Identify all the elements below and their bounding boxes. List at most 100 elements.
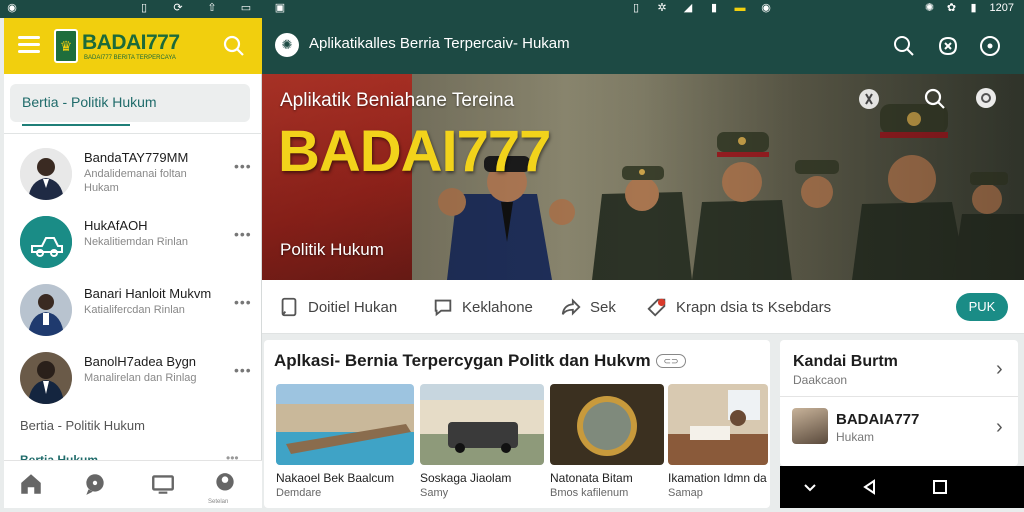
tab-indicator [22,124,130,126]
news-card[interactable]: Nakaoel Bek Baalcum Demdare [276,384,414,499]
status-time: 1207 [989,2,1014,14]
list-item-title: Banari Hanloit Mukvm [84,286,212,301]
side-card-subtitle: Daakcaon [793,373,848,387]
settings-icon: ✺ [924,2,935,14]
hero-subtitle: Aplikatik Beniahane Tereina [280,90,515,111]
app-bar: ✺ Aplikatikalles Berria Terpercaiv- Huka… [262,18,1024,74]
zoom-icon[interactable] [974,86,1000,112]
more-icon[interactable]: ••• [234,226,252,242]
app-title: Aplikatikalles Berria Terpercaiv- Hukam [309,35,570,52]
more-icon[interactable]: ••• [234,158,252,174]
status-bar: ◉ ▯ ⟳ ⇧ ▭ ▣ ▯ ✲ ◢ ▮ ▬ ◉ ✺ ✿ ▮ 1207 [0,0,1024,18]
hero-banner[interactable]: Aplikatik Beniahane Tereina BADAI777 Pol… [262,74,1024,280]
card-thumbnail [420,384,544,465]
list-item-title: BandaTAY779MM [84,150,189,165]
list-item-subtitle: Nekalitiemdan Rinlan [84,236,188,248]
signal-icon: ◢ [683,2,693,14]
share-icon [561,298,581,316]
avatar [20,216,72,268]
left-panel: ♛ BADAI777 BADAI777 BERITA TERPERCAYA Be… [4,18,262,508]
link-badge[interactable]: ⊂⊃ [656,354,686,368]
bookmark-icon[interactable] [856,86,882,112]
info-icon[interactable] [978,34,1002,58]
avatar [20,352,72,404]
search-icon[interactable] [222,34,246,58]
battery-saver-icon: ▬ [734,2,746,14]
card-thumbnail [668,384,768,465]
report-label: Krapn dsia ts Ksebdars [676,298,832,316]
home-icon[interactable] [18,471,44,497]
side-card-thumbnail [792,408,828,444]
vibrate-icon: ▯ [632,2,640,14]
left-header: ♛ BADAI777 BADAI777 BERITA TERPERCAYA [4,18,262,74]
action-bar: Doitiel Hukan Keklahone Sek Krapn dsia t… [262,280,1024,334]
card-title: Nakaoel Bek Baalcum [276,471,395,485]
profile-icon[interactable] [212,471,238,497]
list-item[interactable]: BanolH7adea Bygn Manalirelan dan Rinlag … [4,346,262,408]
share-label: Sek [590,298,616,316]
share-action[interactable]: Sek [560,296,616,318]
bookmark-action[interactable]: Doitiel Hukan [278,296,397,318]
search-icon[interactable] [922,86,948,112]
side-card-item-subtitle: Hukam [836,430,875,444]
news-card[interactable]: Natonata Bitam Bmos kafilenum [550,384,664,499]
screen-icon: ▭ [240,2,252,14]
avatar [20,148,72,200]
bookmark-icon [281,297,297,317]
side-card: Kandai Burtm Daakcaon › BADAIA777 Hukam … [780,340,1018,466]
back-icon[interactable] [860,477,880,497]
card-thumbnail [276,384,414,465]
list-item-subtitle: Andalidemanai foltan Hukam [84,168,187,194]
side-card-item-title: BADAIA777 [836,411,920,428]
card-subtitle: Demdare [276,487,322,499]
tv-icon[interactable] [150,471,176,497]
brand-tagline: BADAI777 BERITA TERPERCAYA [84,55,176,61]
card-subtitle: Samap [668,487,703,499]
share-icon[interactable] [936,34,960,58]
gallery-icon: ▣ [274,2,286,14]
list-item[interactable]: BandaTAY779MM Andalidemanai foltan Hukam… [4,142,262,204]
menu-icon[interactable] [18,36,40,54]
alarm-icon: ✿ [946,2,957,14]
pill-button[interactable]: PUK [956,293,1008,321]
card-title: Soskaga Jiaolam [420,471,512,485]
news-card[interactable]: Ikamation Idmn da Samap [668,384,768,499]
brand-logo: ♛ [54,29,78,63]
chat-icon[interactable] [82,471,108,497]
card-subtitle: Bmos kafilenum [550,487,629,499]
sim-icon: ▯ [140,2,148,14]
card-subtitle: Samy [420,487,449,499]
app-logo-icon: ✺ [275,33,299,57]
category-pill[interactable]: Bertia - Politik Hukum [10,84,250,122]
chevron-right-icon[interactable]: › [996,358,1003,381]
more-icon[interactable]: ••• [234,294,252,310]
upload-icon: ⇧ [207,2,217,14]
list-item-subtitle: Katialifercdan Rinlan [84,304,185,316]
section-label: Bertia - Politik Hukum [20,418,145,433]
side-card-title: Kandai Burtm [793,353,898,370]
recent-apps-icon[interactable] [930,477,950,497]
cards-section: Aplkasi- Bernia Terpercygan Politk dan H… [264,340,770,508]
brand-name: BADAI777 [82,31,180,54]
section-title: Aplkasi- Bernia Terpercygan Politk dan H… [274,351,651,370]
card-thumbnail [550,384,664,465]
list-item-title: BanolH7adea Bygn [84,354,197,369]
news-card[interactable]: Soskaga Jiaolam Samy [420,384,544,499]
list-item[interactable]: Banari Hanloit Mukvm Katialifercdan Rinl… [4,278,262,340]
notification-icon: ◉ [7,2,17,14]
system-nav-bar [780,466,1024,508]
avatar [20,284,72,336]
comment-label: Keklahone [462,298,533,316]
card-title: Natonata Bitam [550,471,633,485]
comment-action[interactable]: Keklahone [432,296,533,318]
divider [4,133,262,134]
list-item[interactable]: HukAfAOH Nekalitiemdan Rinlan ••• [4,210,262,272]
location-icon: ◉ [761,2,771,14]
search-icon[interactable] [892,34,916,58]
more-icon[interactable]: ••• [234,362,252,378]
report-action[interactable]: Krapn dsia ts Ksebdars [646,296,831,318]
battery-full-icon: ▮ [970,2,977,14]
list-item-title: HukAfAOH [84,218,148,233]
chevron-right-icon[interactable]: › [996,416,1003,439]
chevron-down-icon[interactable] [800,477,820,497]
